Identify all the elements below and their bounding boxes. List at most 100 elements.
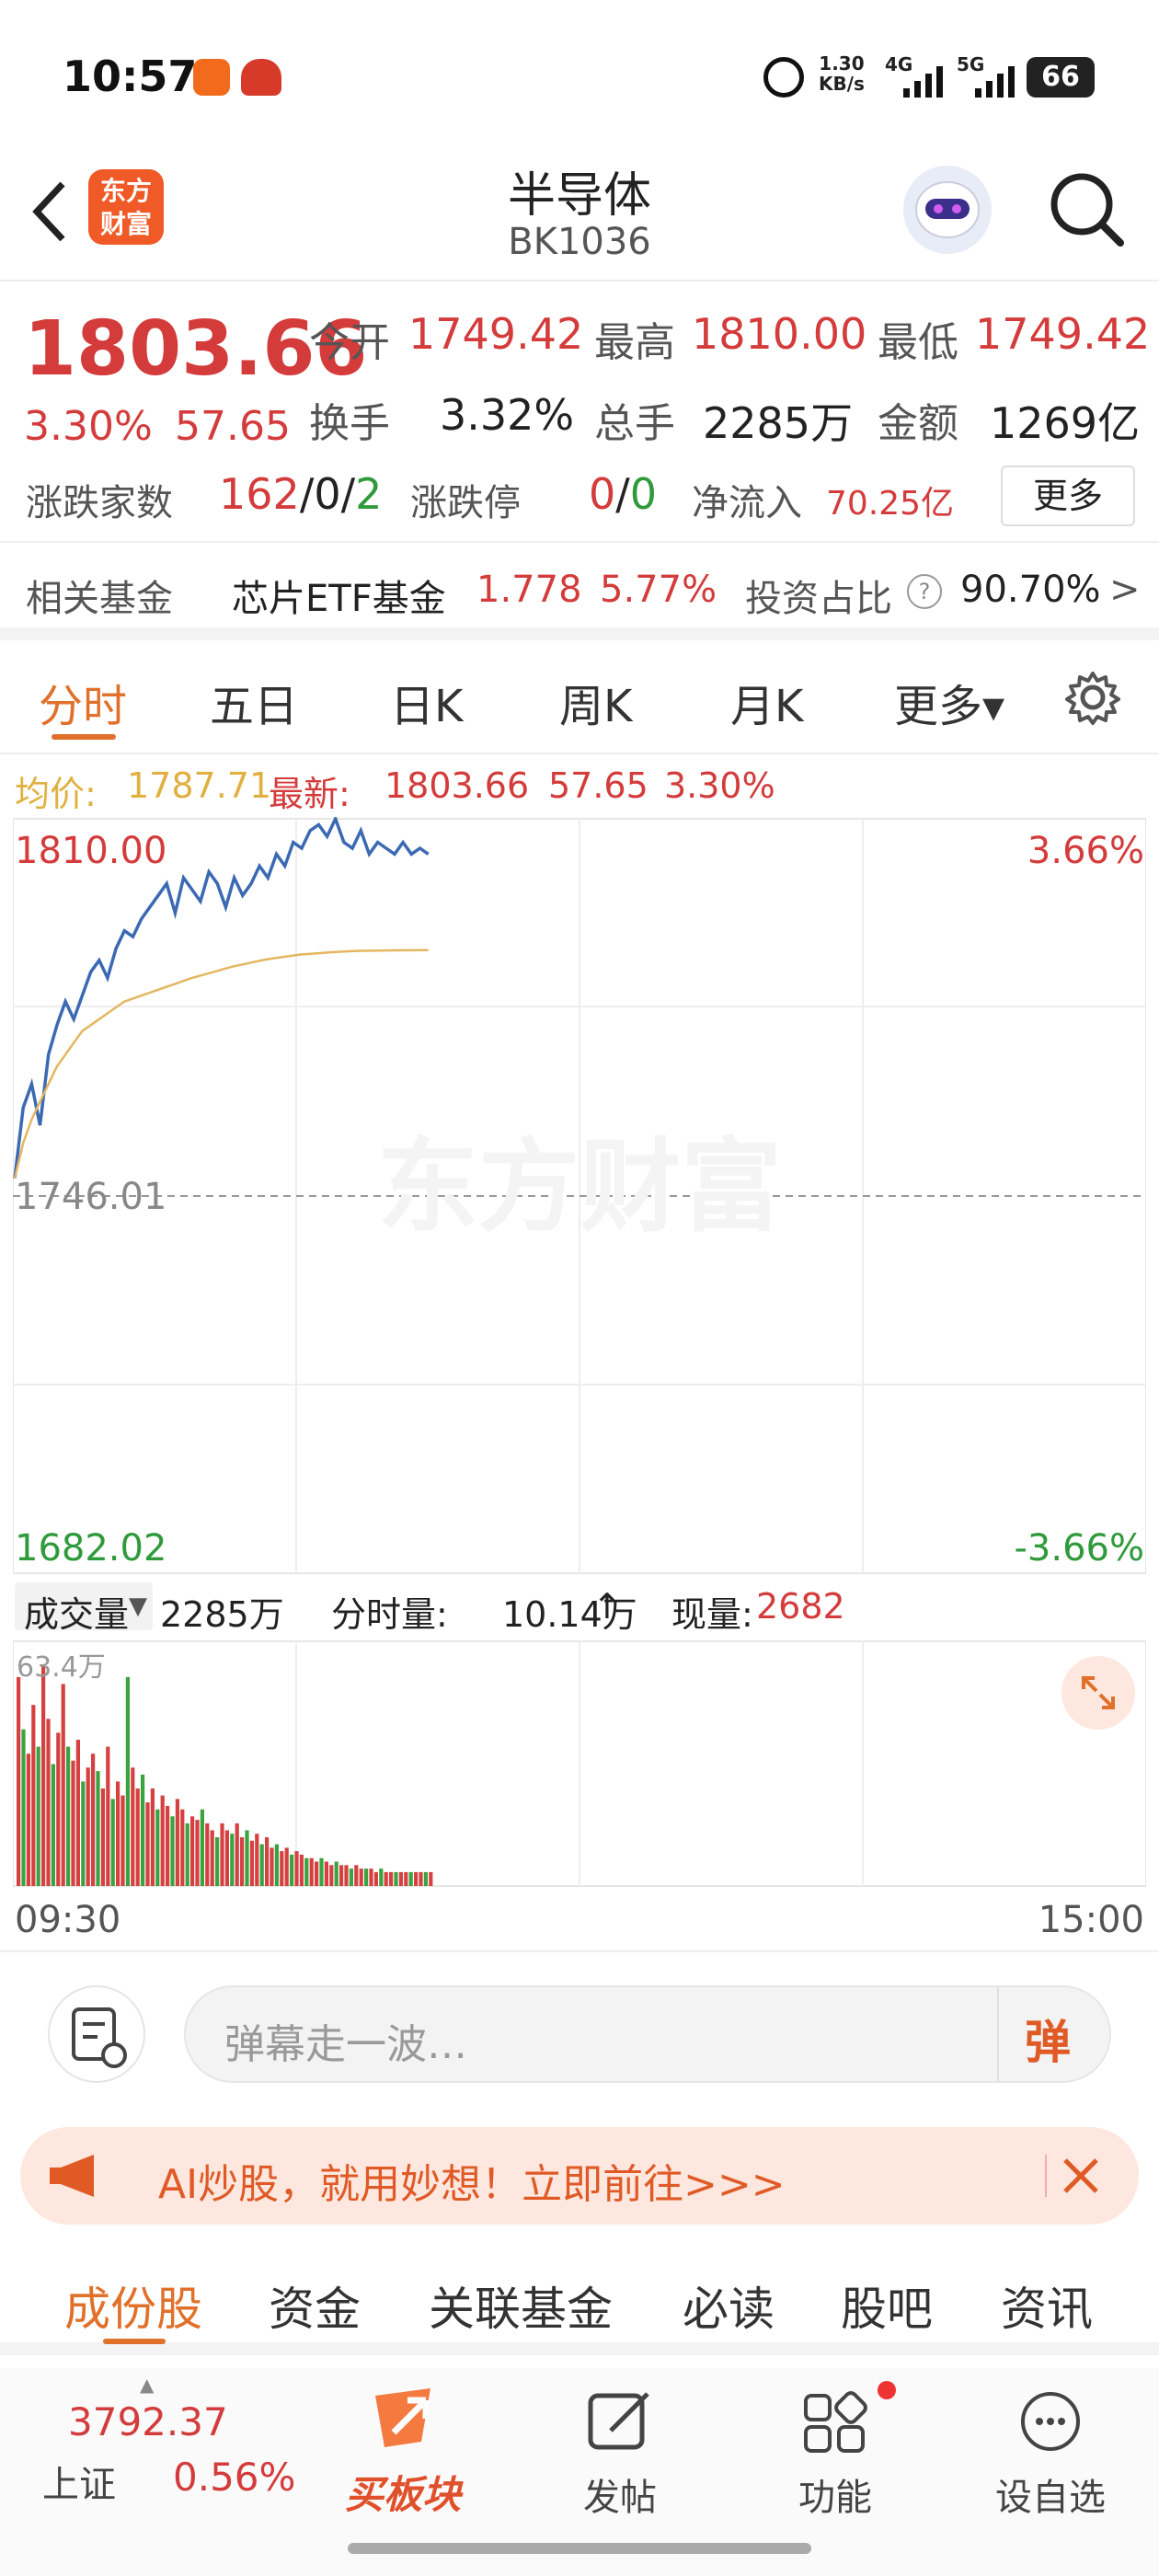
subtab-funds[interactable]: 资金	[269, 2272, 361, 2339]
alarm-icon	[763, 57, 804, 98]
caret-up-icon: ▲	[140, 2374, 155, 2396]
volume-bar	[319, 1857, 324, 1886]
latest-pct: 3.30%	[664, 765, 775, 806]
search-icon[interactable]	[1045, 167, 1128, 250]
change-value: 57.65	[175, 403, 291, 450]
volume-bar	[369, 1869, 373, 1886]
volume-bar	[41, 1666, 46, 1886]
bottom-bar: ▲ 3792.37 上证 0.56% 买板块 发帖 功能 设自选	[0, 2368, 1159, 2576]
pct-low-label: -3.66%	[1014, 1527, 1144, 1570]
ai-banner[interactable]: AI炒股，就用妙想！立即前往>>>	[20, 2127, 1139, 2225]
post-label: 发帖	[583, 2477, 657, 2519]
volume-bar	[280, 1851, 284, 1886]
volume-selector[interactable]: 成交量 ▼	[15, 1582, 153, 1635]
volume-bar	[81, 1781, 86, 1886]
latest-label: 最新:	[269, 774, 350, 814]
volume-bar	[31, 1705, 36, 1886]
post-button[interactable]: 发帖	[537, 2368, 703, 2521]
danmaku-icon[interactable]: 弹	[1025, 2006, 1071, 2072]
y-high-label: 1810.00	[15, 830, 166, 872]
app-logo[interactable]: 东方财富	[88, 169, 164, 245]
tab-daily-k[interactable]: 日K	[390, 670, 463, 734]
caret-down-icon: ▼	[129, 1593, 147, 1620]
volume-bar	[66, 1746, 71, 1886]
intraday-chart-svg: 东方财富 1810.00 1746.01 1682.02 3.66% -3.66…	[12, 814, 1147, 1574]
subtab-news[interactable]: 资讯	[1001, 2272, 1093, 2339]
volume-bar	[404, 1871, 408, 1886]
tab-more[interactable]: 更多▾	[894, 670, 1004, 734]
down-count: 2	[355, 469, 383, 519]
subtab-forum[interactable]: 股吧	[841, 2272, 933, 2339]
gear-icon[interactable]	[1063, 668, 1122, 727]
apps-icon	[804, 2391, 867, 2453]
subtab-constituents[interactable]: 成份股	[64, 2272, 202, 2339]
divider	[1045, 2155, 1047, 2197]
volume-bar	[274, 1844, 279, 1886]
buy-board-button[interactable]: 买板块	[320, 2368, 486, 2520]
back-icon[interactable]	[26, 175, 72, 248]
volume-bar	[414, 1871, 419, 1886]
volume-bar	[334, 1861, 339, 1886]
intraday-chart[interactable]: 东方财富 1810.00 1746.01 1682.02 3.66% -3.66…	[12, 814, 1147, 1575]
volume-bar	[299, 1854, 304, 1886]
megaphone-icon	[48, 2153, 103, 2199]
add-watchlist-button[interactable]: 设自选	[968, 2368, 1133, 2521]
more-button[interactable]: 更多	[1001, 466, 1135, 526]
speed-value: 1.30	[819, 52, 865, 75]
danmaku-input[interactable]: 弹幕走一波… 弹	[184, 1985, 1111, 2083]
quote-panel: 1803.66 3.30% 57.65 今开 1749.42 最高 1810.0…	[0, 282, 1159, 543]
volume-bar	[75, 1740, 80, 1886]
volume-bar	[290, 1854, 294, 1886]
volume-chart[interactable]: 63.4万	[12, 1639, 1147, 1888]
tab-monthly-k[interactable]: 月K	[730, 670, 803, 734]
volume-bar	[150, 1788, 155, 1886]
volume-bar	[284, 1847, 289, 1886]
volume-bar	[270, 1847, 274, 1886]
volume-bar	[398, 1871, 403, 1886]
volume-bar	[17, 1676, 21, 1886]
volume-bar	[294, 1851, 299, 1886]
volume-bar	[145, 1802, 150, 1886]
netflow-value: 70.25亿	[826, 485, 955, 523]
volume-bar	[408, 1871, 413, 1886]
price-info-bar: 均价: 1787.71 最新: 1803.66 57.65 3.30%	[0, 756, 1159, 817]
price-line	[13, 814, 430, 1179]
watermark: 东方财富	[377, 1128, 782, 1246]
minute-volume-label: 分时量:	[331, 1594, 448, 1635]
volume-value: 2285万	[703, 398, 854, 448]
volume-bar	[106, 1746, 110, 1886]
pct-high-label: 3.66%	[1027, 830, 1144, 872]
slash: /	[299, 469, 315, 519]
updown-label: 涨跌家数	[26, 482, 173, 524]
current-volume-label: 现量:	[671, 1594, 753, 1635]
index-name: 上证	[42, 2464, 116, 2506]
expand-icon[interactable]	[1061, 1656, 1135, 1730]
subtab-must-read[interactable]: 必读	[683, 2272, 775, 2339]
tab-weekly-k[interactable]: 周K	[559, 670, 632, 734]
edit-icon	[588, 2392, 649, 2450]
related-fund-row[interactable]: 相关基金 芯片ETF基金 1.778 5.77% 投资占比 ? 90.70% >	[0, 545, 1159, 640]
updown-counts: 162/0/2	[219, 469, 382, 519]
ratio-value: 90.70%	[960, 569, 1101, 611]
ai-assistant-icon[interactable]	[903, 166, 992, 254]
volume-total: 2285万	[160, 1594, 284, 1635]
limit-down-count: 0	[629, 469, 658, 519]
subtab-related-funds[interactable]: 关联基金	[429, 2272, 613, 2339]
limit-up-count: 0	[589, 469, 616, 519]
close-icon[interactable]	[1060, 2155, 1102, 2197]
notes-icon[interactable]	[48, 1985, 145, 2083]
tab-intraday[interactable]: 分时	[39, 670, 127, 734]
battery-icon: 66	[1027, 57, 1095, 98]
volume-bar	[324, 1861, 328, 1886]
index-ticker[interactable]: ▲ 3792.37 上证 0.56%	[18, 2368, 295, 2543]
help-icon[interactable]: ?	[907, 574, 942, 609]
volume-bar	[309, 1857, 314, 1886]
tab-five-day[interactable]: 五日	[210, 670, 298, 734]
function-button[interactable]: 功能	[752, 2368, 918, 2521]
volume-bar	[419, 1871, 423, 1886]
volume-bar	[36, 1746, 40, 1886]
latest-value: 1803.66	[384, 765, 530, 806]
volume-bar	[110, 1799, 115, 1886]
watchlist-label: 设自选	[995, 2477, 1106, 2519]
volume-bar	[180, 1809, 185, 1886]
